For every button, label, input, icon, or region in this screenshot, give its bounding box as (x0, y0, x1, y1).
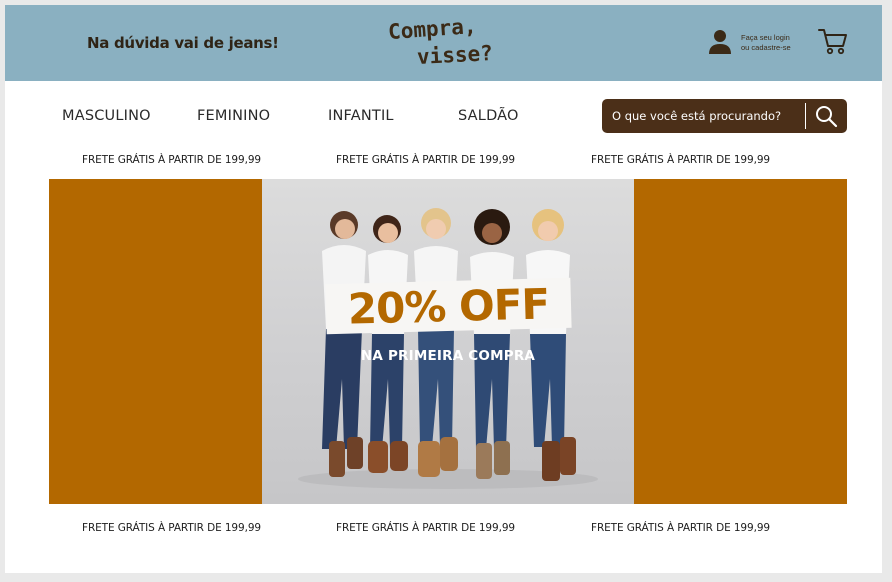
login-line2: ou cadastre-se (741, 42, 791, 52)
hero-banner[interactable]: 20% OFF NA PRIMEIRA COMPRA (49, 179, 847, 504)
free-shipping-promo: FRETE GRÁTIS À PARTIR DE 199,99 (336, 154, 515, 166)
free-shipping-promo: FRETE GRÁTIS À PARTIR DE 199,99 (82, 154, 261, 166)
free-shipping-promo: FRETE GRÁTIS À PARTIR DE 199,99 (82, 522, 261, 534)
tagline: Na dúvida vai de jeans! (87, 34, 279, 52)
free-shipping-promo: FRETE GRÁTIS À PARTIR DE 199,99 (591, 154, 770, 166)
logo-line2: visse? (416, 41, 494, 69)
page: Na dúvida vai de jeans! Compra, visse? F… (5, 5, 882, 573)
banner-photo: 20% OFF NA PRIMEIRA COMPRA (262, 179, 634, 504)
user-icon (709, 30, 731, 54)
login-text: Faça seu login ou cadastre-se (741, 33, 791, 52)
models-illustration (298, 208, 598, 489)
logo[interactable]: Compra, visse? (387, 13, 510, 75)
offer-card: 20% OFF (325, 277, 572, 335)
free-shipping-promo: FRETE GRÁTIS À PARTIR DE 199,99 (591, 522, 770, 534)
promo-row-top: FRETE GRÁTIS À PARTIR DE 199,99 FRETE GR… (5, 154, 882, 170)
login-line1: Faça seu login (741, 33, 790, 42)
free-shipping-promo: FRETE GRÁTIS À PARTIR DE 199,99 (336, 522, 515, 534)
offer-headline: 20% OFF (347, 279, 550, 334)
nav-item-infantil[interactable]: INFANTIL (328, 108, 394, 124)
cart-icon[interactable] (818, 27, 848, 55)
login-link[interactable]: Faça seu login ou cadastre-se (708, 29, 808, 59)
offer-subline: NA PRIMEIRA COMPRA (360, 348, 536, 364)
main-nav: MASCULINO FEMININO INFANTIL SALDÃO (5, 97, 882, 135)
search-icon[interactable] (810, 102, 842, 130)
top-header: Na dúvida vai de jeans! Compra, visse? F… (5, 5, 882, 81)
search-bar (602, 99, 847, 133)
promo-row-bottom: FRETE GRÁTIS À PARTIR DE 199,99 FRETE GR… (5, 522, 882, 538)
nav-item-feminino[interactable]: FEMININO (197, 108, 270, 124)
nav-item-saldao[interactable]: SALDÃO (458, 108, 519, 124)
search-input[interactable] (612, 99, 804, 133)
search-divider (805, 103, 806, 129)
logo-line1: Compra, (387, 13, 478, 45)
nav-item-masculino[interactable]: MASCULINO (62, 108, 151, 124)
